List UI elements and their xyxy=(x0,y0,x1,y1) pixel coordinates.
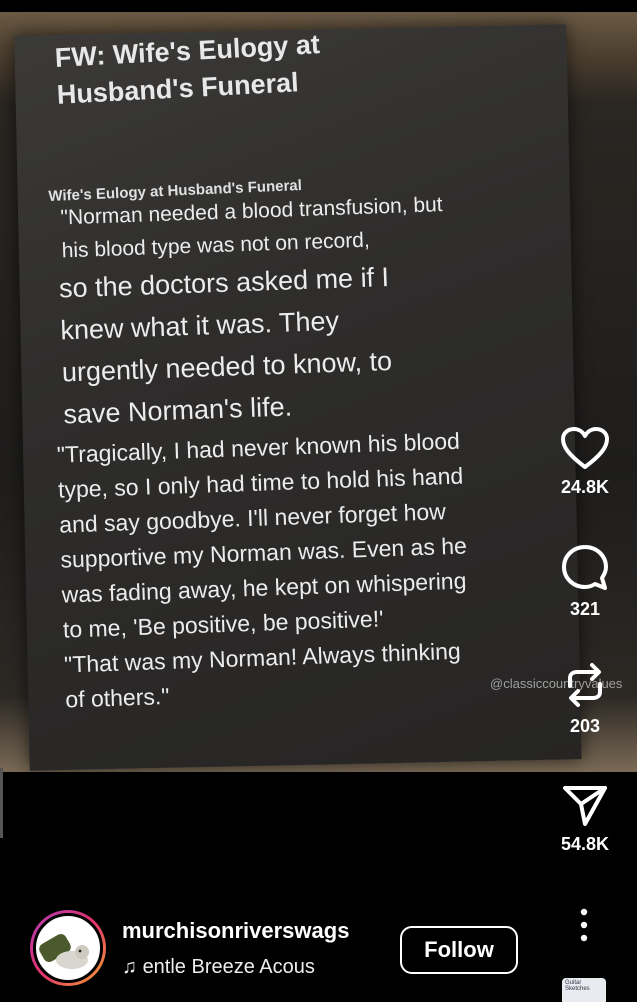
post-image[interactable]: FW: Wife's Eulogy at Husband's Funeral W… xyxy=(0,12,637,772)
like-action[interactable]: 24.8K xyxy=(540,425,630,498)
share-action[interactable]: 54.8K xyxy=(540,782,630,855)
audio-track[interactable]: ♫ entle Breeze Acous xyxy=(122,956,315,979)
avatar-image xyxy=(33,913,103,983)
like-count: 24.8K xyxy=(560,477,610,497)
more-vertical-icon[interactable] xyxy=(570,905,598,945)
heart-icon[interactable] xyxy=(559,425,611,471)
para-1b: so the doctors asked me if I knew what i… xyxy=(58,251,552,436)
para-2: "Tragically, I had never known his blood… xyxy=(56,420,561,717)
repost-icon[interactable] xyxy=(560,660,610,710)
follow-button[interactable]: Follow xyxy=(400,926,518,974)
avatar[interactable] xyxy=(30,910,106,986)
thumbnail-title: Guitar Sketches xyxy=(565,980,590,992)
audio-title: entle Breeze Acous xyxy=(142,956,315,978)
scroll-indicator xyxy=(0,768,3,838)
comment-icon[interactable] xyxy=(560,543,610,593)
repost-count: 203 xyxy=(569,716,601,736)
username[interactable]: murchisonriverswags xyxy=(122,918,349,944)
author-row: murchisonriverswags ♫ entle Breeze Acous… xyxy=(30,910,630,990)
eulogy-text: "Norman needed a blood transfusion, but … xyxy=(44,185,562,718)
audio-thumbnail[interactable]: Guitar Sketches xyxy=(562,978,606,1002)
more-options[interactable] xyxy=(570,905,598,945)
music-note-icon: ♫ xyxy=(122,956,137,978)
share-count: 54.8K xyxy=(560,834,610,854)
comment-count: 321 xyxy=(569,599,601,619)
repost-action[interactable]: 203 xyxy=(540,660,630,737)
comment-action[interactable]: 321 xyxy=(540,543,630,620)
send-icon[interactable] xyxy=(561,782,609,828)
